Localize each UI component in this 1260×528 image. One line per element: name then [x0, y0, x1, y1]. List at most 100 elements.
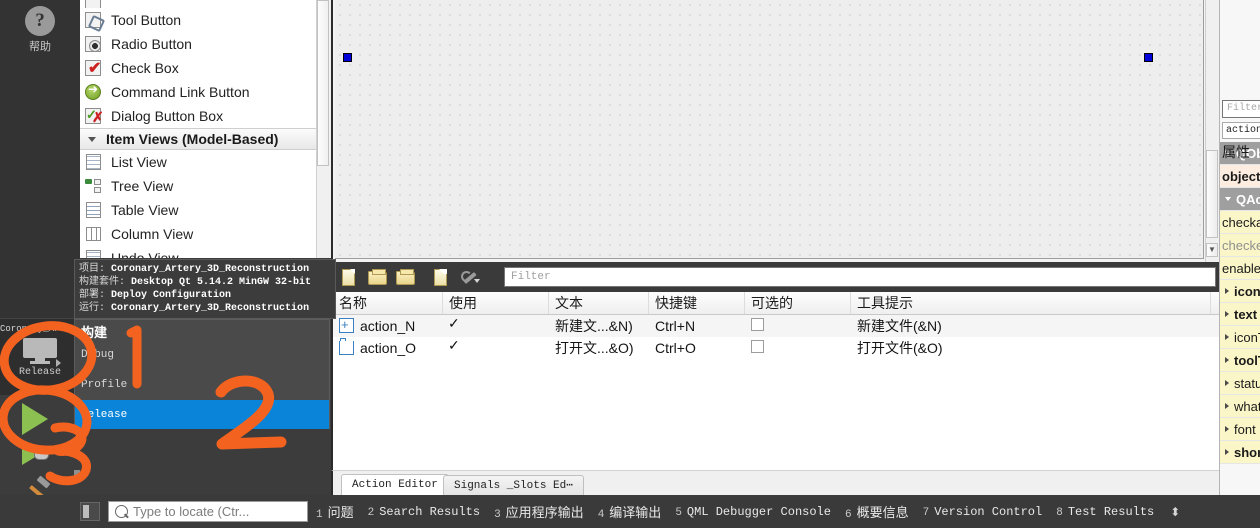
chevron-right-icon[interactable] [1225, 426, 1229, 432]
property-row-checked[interactable]: checked [1220, 234, 1260, 257]
chevron-right-icon[interactable] [1225, 449, 1229, 455]
list-item-tool-button[interactable]: Tool Button [80, 8, 330, 32]
menu-section-title: 构建 [81, 325, 108, 340]
new-file-action-icon [339, 314, 354, 336]
paste-action-icon[interactable] [395, 268, 417, 288]
list-item-undo-view[interactable]: Undo View [80, 246, 330, 258]
list-item-label: Column View [111, 226, 194, 242]
copy-action-icon[interactable] [367, 268, 389, 288]
form-editor-canvas[interactable] [331, 0, 1221, 262]
property-row-icontext[interactable]: iconText [1220, 326, 1260, 349]
property-row-whatsthis[interactable]: whatsThis [1220, 395, 1260, 418]
action-shortcut: Ctrl+O [655, 340, 696, 356]
checkable-checkbox-unchecked[interactable] [751, 318, 764, 331]
chevron-right-icon[interactable] [1225, 311, 1229, 317]
list-item-radio-button[interactable]: Radio Button [80, 32, 330, 56]
output-pane-button-5[interactable]: 5 QML Debugger Console [675, 505, 831, 519]
widget-box[interactable]: Tool Button Radio Button Check Box Comma… [80, 0, 331, 258]
menu-horizontal-scrollbar[interactable] [74, 470, 330, 478]
chevron-right-icon[interactable] [1225, 334, 1229, 340]
selection-handle-left[interactable] [343, 53, 352, 62]
chevron-right-icon[interactable] [1225, 380, 1229, 386]
property-row-tooltip[interactable]: toolTip [1220, 349, 1260, 372]
table-row[interactable]: action_N 新建文...&N) Ctrl+N 新建文件(&N) [333, 312, 1219, 337]
list-item-list-view[interactable]: List View [80, 150, 330, 174]
menu-item-debug[interactable]: Debug [75, 340, 329, 370]
tab-signals-slots-editor[interactable]: Signals _Slots Ed⋯ [443, 475, 584, 496]
help-mode-button[interactable]: ? 帮助 [0, 2, 80, 64]
property-group-label: QAction [1236, 191, 1260, 207]
list-item-tree-view[interactable]: Tree View [80, 174, 330, 198]
property-row-icon[interactable]: icon [1220, 280, 1260, 303]
output-pane-button-2[interactable]: 2 Search Results [368, 505, 480, 519]
property-row-checkable[interactable]: checkable [1220, 211, 1260, 234]
help-mode-label: 帮助 [29, 41, 51, 53]
delete-action-icon[interactable] [431, 268, 453, 288]
tool-button-icon [84, 11, 104, 29]
chevron-right-icon[interactable] [1225, 357, 1229, 363]
list-item[interactable] [80, 0, 330, 8]
property-row-shortcut[interactable]: shortcut [1220, 441, 1260, 464]
list-item-label: Tool Button [111, 12, 182, 28]
menu-scrollbar-thumb[interactable] [74, 470, 80, 478]
run-triangle-icon[interactable] [22, 403, 48, 435]
widget-category-item-views[interactable]: Item Views (Model-Based) [80, 128, 330, 150]
chevron-right-icon[interactable] [1225, 288, 1229, 294]
property-row-statustip[interactable]: statusTip [1220, 372, 1260, 395]
output-pane-button-4[interactable]: 4 编译输出 [598, 502, 662, 521]
pane-number: 1 [316, 509, 323, 521]
property-filter-input[interactable]: Filter [1222, 100, 1260, 118]
list-item-column-view[interactable]: Column View [80, 222, 330, 246]
up-down-arrows-icon[interactable]: ⬍ [1170, 505, 1180, 519]
scroll-down-arrow-icon[interactable]: ▼ [1206, 243, 1218, 257]
configure-wrench-icon[interactable] [459, 268, 481, 288]
column-header-text[interactable]: 文本 [549, 292, 649, 314]
checkable-checkbox-unchecked[interactable] [751, 340, 764, 353]
column-header-checkable[interactable]: 可选的 [745, 292, 851, 314]
output-pane-buttons: 1 问题 2 Search Results 3 应用程序输出 4 编译输出 5 … [316, 495, 1180, 528]
widget-box-scrollbar-thumb[interactable] [317, 0, 329, 166]
column-header-tooltip[interactable]: 工具提示 [851, 292, 1211, 314]
output-pane-button-3[interactable]: 3 应用程序输出 [494, 502, 584, 521]
qt-creator-window: ? 帮助 Coronary_Artery... Release Tool But… [0, 0, 1260, 528]
property-label: iconText [1234, 329, 1260, 345]
property-group-qaction[interactable]: QAction [1220, 188, 1260, 211]
output-pane-button-7[interactable]: 7 Version Control [923, 505, 1043, 519]
new-action-icon[interactable] [339, 268, 361, 288]
output-pane-button-6[interactable]: 6 概要信息 [845, 502, 909, 521]
column-header-shortcut[interactable]: 快捷键 [649, 292, 745, 314]
list-item-command-link-button[interactable]: Command Link Button [80, 80, 330, 104]
build-configuration-menu[interactable]: 构建 Debug Profile Release [74, 319, 330, 430]
project-kit-selector[interactable]: Coronary_Artery... Release [0, 318, 80, 396]
menu-item-release[interactable]: Release [75, 400, 329, 430]
used-checkbox-checked[interactable] [448, 334, 461, 356]
menu-item-profile[interactable]: Profile [75, 370, 329, 400]
list-item-dialog-button-box[interactable]: Dialog Button Box [80, 104, 330, 128]
output-pane-button-1[interactable]: 1 问题 [316, 502, 354, 521]
dialog-button-box-icon [84, 107, 104, 126]
list-item-check-box[interactable]: Check Box [80, 56, 330, 80]
run-controls [0, 395, 80, 501]
property-row-font[interactable]: font [1220, 418, 1260, 441]
list-item-table-view[interactable]: Table View [80, 198, 330, 222]
property-label: whatsThis [1234, 398, 1260, 414]
form-surface[interactable] [335, 0, 1204, 259]
panel-toggle-icon[interactable] [80, 502, 100, 521]
table-row[interactable]: action_O 打开文...&O) Ctrl+O 打开文件(&O) [333, 334, 1219, 359]
property-row-text[interactable]: text [1220, 303, 1260, 326]
debug-bug-icon [34, 447, 49, 460]
tab-action-editor[interactable]: Action Editor [341, 474, 449, 496]
locator-search-input[interactable]: Type to locate (Ctr... [108, 501, 308, 522]
action-filter-input[interactable]: Filter [504, 267, 1216, 287]
canvas-scrollbar-thumb[interactable] [1206, 150, 1218, 238]
property-row-enabled[interactable]: enabled [1220, 257, 1260, 280]
chevron-right-icon[interactable] [1225, 403, 1229, 409]
column-header-used[interactable]: 使用 [443, 292, 549, 314]
property-object-name: action [1222, 122, 1260, 139]
property-row-objectname[interactable]: objectName [1220, 165, 1260, 188]
selection-handle-right[interactable] [1144, 53, 1153, 62]
action-table[interactable]: 名称 使用 文本 快捷键 可选的 工具提示 action_N 新建文...&N)… [331, 292, 1219, 468]
output-pane-button-8[interactable]: 8 Test Results [1056, 505, 1154, 519]
used-checkbox-checked[interactable] [448, 312, 461, 334]
column-header-name[interactable]: 名称 [333, 292, 443, 314]
